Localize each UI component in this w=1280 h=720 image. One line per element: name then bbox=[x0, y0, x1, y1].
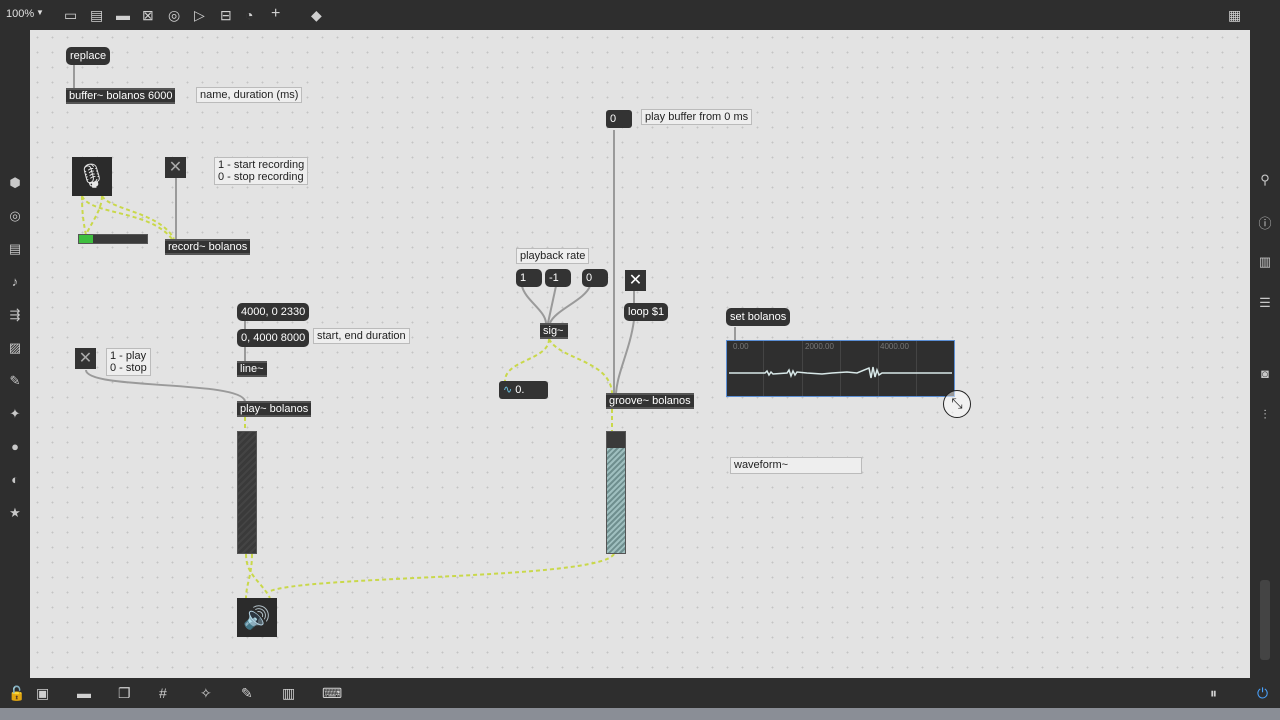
keyboard-icon[interactable]: ⌨ bbox=[322, 685, 342, 701]
msg-0-4000-8000[interactable]: 0, 4000 8000 bbox=[237, 329, 310, 347]
loop-toggle[interactable]: ✕ bbox=[625, 270, 646, 291]
replace-message[interactable]: replace bbox=[66, 47, 111, 65]
signal-number-value: 0. bbox=[515, 384, 525, 396]
playback-rate-comment: playback rate bbox=[516, 248, 590, 264]
loop-message[interactable]: loop $1 bbox=[624, 303, 669, 321]
record-toggle[interactable]: ✕ bbox=[165, 157, 186, 178]
speaker-icon[interactable]: 🔊 bbox=[237, 598, 277, 637]
line-object[interactable]: line~ bbox=[237, 361, 267, 377]
wrench-icon[interactable]: ✎ bbox=[241, 685, 253, 701]
buffer-comment: name, duration (ms) bbox=[196, 87, 303, 103]
signal-wave-icon: ∿ bbox=[503, 384, 513, 396]
play-comment: 1 - play 0 - stop bbox=[106, 348, 151, 376]
groove-object[interactable]: groove~ bolanos bbox=[606, 393, 694, 409]
snap-icon[interactable]: ✧ bbox=[200, 685, 212, 701]
system-dock bbox=[0, 708, 1280, 720]
record-object[interactable]: record~ bolanos bbox=[165, 239, 251, 255]
msg-1[interactable]: 1 bbox=[516, 269, 542, 287]
presentation-icon[interactable]: ▣ bbox=[36, 685, 49, 701]
sig-object[interactable]: sig~ bbox=[540, 323, 568, 339]
level-meter bbox=[78, 234, 148, 244]
waveform-trace bbox=[729, 366, 952, 379]
play-object[interactable]: play~ bolanos bbox=[237, 401, 312, 417]
play-level-meter bbox=[237, 431, 257, 554]
waveform-object[interactable]: waveform~ bbox=[730, 457, 862, 474]
record-comment: 1 - start recording 0 - stop recording bbox=[214, 157, 309, 185]
number-box-zero[interactable]: 0 bbox=[606, 110, 632, 128]
level-meter-fill bbox=[79, 235, 93, 243]
play-buffer-comment: play buffer from 0 ms bbox=[641, 109, 753, 125]
bottom-toolbar: 🔓 ▣ ▬ ❐ # ✧ ✎ ▥ ⌨ ⏸ ⏻ bbox=[0, 678, 1280, 708]
buffer-object[interactable]: buffer~ bolanos 6000 bbox=[66, 88, 176, 104]
groove-meter-top bbox=[607, 432, 625, 448]
signal-number-box[interactable]: ∿ 0. bbox=[499, 381, 548, 399]
piano-icon[interactable]: ▥ bbox=[282, 685, 295, 701]
msg-0[interactable]: 0 bbox=[582, 269, 608, 287]
comment-icon[interactable]: ▬ bbox=[77, 685, 91, 701]
power-icon[interactable]: ⏻ bbox=[1257, 685, 1268, 701]
msg-neg1[interactable]: -1 bbox=[545, 269, 571, 287]
msg-4000-2330[interactable]: 4000, 0 2330 bbox=[237, 303, 310, 321]
pause-icon[interactable]: ⏸ bbox=[1210, 685, 1217, 701]
group-icon[interactable]: ❐ bbox=[118, 685, 131, 701]
groove-level-meter bbox=[606, 431, 626, 554]
lock-icon[interactable]: 🔓 bbox=[8, 685, 25, 701]
start-end-comment: start, end duration bbox=[313, 328, 410, 344]
waveform-display[interactable]: 0.00 2000.00 4000.00 bbox=[726, 340, 955, 397]
play-toggle[interactable]: ✕ bbox=[75, 348, 96, 369]
set-bolanos-message[interactable]: set bolanos bbox=[726, 308, 791, 326]
resize-cursor-icon: ⤡ bbox=[943, 390, 971, 418]
grid-icon[interactable]: # bbox=[159, 685, 167, 701]
microphone-icon[interactable]: 🎙 bbox=[72, 157, 112, 196]
patch-cords bbox=[73, 64, 736, 599]
